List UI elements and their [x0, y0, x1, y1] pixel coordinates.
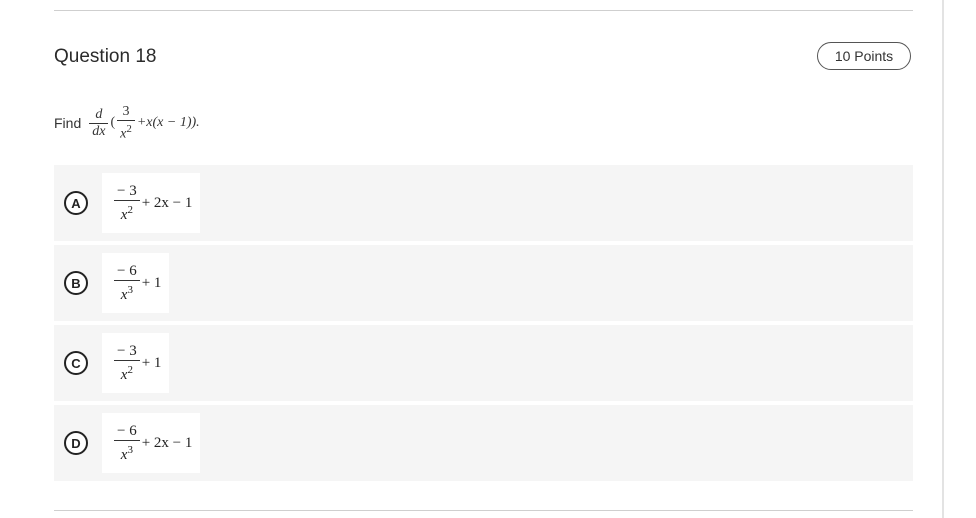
- prompt-fraction-denominator: x2: [120, 122, 132, 142]
- prompt-find-label: Find: [54, 115, 82, 131]
- answer-fraction: − 3 x2: [114, 342, 140, 384]
- answer-numerator: − 3: [117, 343, 137, 359]
- answer-option-d[interactable]: D − 6 x3 + 2x − 1: [54, 405, 913, 481]
- open-paren: (: [110, 115, 116, 130]
- prompt-fraction-numerator: 3: [122, 103, 130, 119]
- answer-expression: − 6 x3 + 2x − 1: [102, 413, 201, 473]
- bottom-divider: [54, 510, 913, 511]
- top-divider: [54, 10, 913, 11]
- question-title: Question 18: [54, 46, 157, 67]
- question-prompt: Find d dx ( 3 x2 +x(x − 1)).: [54, 100, 200, 146]
- answer-numerator: − 3: [117, 183, 137, 199]
- answer-option-b[interactable]: B − 6 x3 + 1: [54, 245, 913, 321]
- answer-numerator: − 6: [117, 263, 137, 279]
- answer-denominator: x2: [120, 204, 133, 223]
- answer-option-a[interactable]: A − 3 x2 + 2x − 1: [54, 165, 913, 241]
- answer-numerator: − 6: [117, 423, 137, 439]
- answer-denominator: x2: [120, 364, 133, 383]
- derivative-denominator: dx: [92, 123, 106, 139]
- prompt-fraction: 3 x2: [117, 104, 135, 143]
- answer-denominator: x3: [120, 284, 133, 303]
- radio-option-a[interactable]: A: [64, 191, 88, 215]
- answer-tail: + 2x − 1: [141, 434, 193, 451]
- radio-option-b[interactable]: B: [64, 271, 88, 295]
- answer-tail: + 1: [141, 274, 162, 291]
- answer-fraction: − 6 x3: [114, 422, 140, 464]
- derivative-operator: d dx: [89, 106, 109, 140]
- radio-option-d[interactable]: D: [64, 431, 88, 455]
- answer-tail: + 2x − 1: [141, 194, 193, 211]
- answer-expression: − 3 x2 + 2x − 1: [102, 173, 201, 233]
- radio-option-c[interactable]: C: [64, 351, 88, 375]
- derivative-numerator: d: [95, 106, 103, 122]
- answer-option-c[interactable]: C − 3 x2 + 1: [54, 325, 913, 401]
- answer-tail: + 1: [141, 354, 162, 371]
- answer-expression: − 6 x3 + 1: [102, 253, 170, 313]
- answer-fraction: − 3 x2: [114, 182, 140, 224]
- points-badge: 10 Points: [817, 42, 911, 70]
- answer-denominator: x3: [120, 444, 133, 463]
- answer-fraction: − 6 x3: [114, 262, 140, 304]
- answer-expression: − 3 x2 + 1: [102, 333, 170, 393]
- prompt-expression-rest: +x(x − 1)).: [136, 115, 200, 130]
- scrollbar[interactable]: [942, 0, 944, 518]
